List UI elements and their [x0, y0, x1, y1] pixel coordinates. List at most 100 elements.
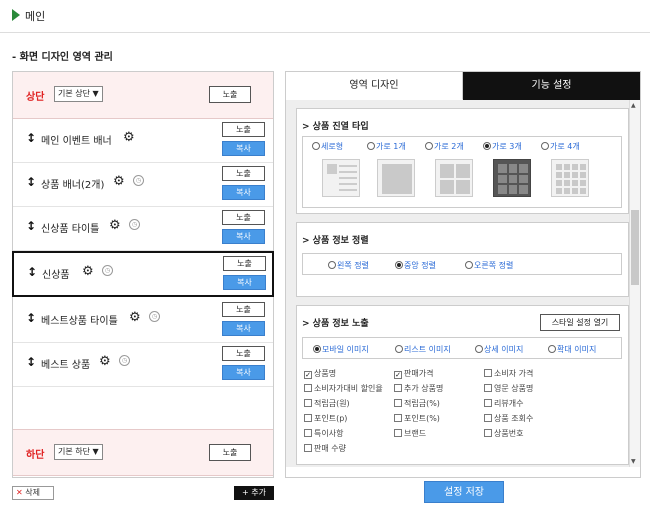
copy-button[interactable]: 복사 [222, 321, 265, 336]
checkbox[interactable] [394, 414, 402, 422]
copy-button[interactable]: 복사 [222, 141, 265, 156]
radio-button[interactable] [425, 142, 433, 150]
radio-button[interactable] [313, 345, 321, 353]
option-checkbox[interactable]: 소비자 가격 [484, 368, 533, 379]
option-checkbox[interactable]: ✓ 상품명 [304, 368, 336, 379]
align-option[interactable]: 왼쪽 정렬 [328, 260, 369, 271]
gear-icon[interactable]: ⚙ [109, 218, 121, 233]
tab-function[interactable]: 기능 설정 [463, 72, 640, 100]
layout-thumbnail-icon[interactable] [322, 159, 360, 197]
drag-handle-icon[interactable]: ↕ [26, 355, 36, 369]
drag-handle-icon[interactable]: ↕ [26, 311, 36, 325]
option-checkbox[interactable]: 포인트(p) [304, 413, 347, 424]
option-checkbox[interactable]: 적립금(%) [394, 398, 440, 409]
checkbox[interactable] [484, 384, 492, 392]
option-checkbox[interactable]: 소비자가대비 할인율 [304, 383, 383, 394]
option-checkbox[interactable]: 리뷰개수 [484, 398, 523, 409]
radio-button[interactable] [312, 142, 320, 150]
checkbox[interactable] [484, 369, 492, 377]
show-button[interactable]: 노출 [222, 346, 265, 361]
scrollbar-thumb[interactable] [631, 210, 639, 285]
radio-button[interactable] [548, 345, 556, 353]
display-type-option[interactable]: 가로 4개 [541, 141, 580, 152]
checkbox[interactable] [484, 399, 492, 407]
gear-icon[interactable]: ⚙ [82, 264, 94, 279]
align-option[interactable]: 중앙 정렬 [395, 260, 436, 271]
layout-thumbnail-icon[interactable] [435, 159, 473, 197]
option-checkbox[interactable]: 상품 조회수 [484, 413, 533, 424]
drag-handle-icon[interactable]: ↕ [26, 219, 36, 233]
drag-handle-icon[interactable]: ↕ [27, 265, 37, 279]
option-checkbox[interactable]: 판매 수량 [304, 443, 346, 454]
gear-icon[interactable]: ⚙ [113, 174, 125, 189]
checkbox[interactable] [304, 444, 312, 452]
top-zone-select[interactable]: 기본 상단 ▼ [54, 86, 103, 102]
checkbox[interactable] [394, 399, 402, 407]
style-settings-button[interactable]: 스타일 설정 열기 [540, 314, 620, 331]
drag-handle-icon[interactable]: ↕ [26, 175, 36, 189]
top-zone-show-button[interactable]: 노출 [209, 86, 251, 103]
checkbox[interactable] [304, 414, 312, 422]
option-checkbox[interactable]: 포인트(%) [394, 413, 440, 424]
copy-button[interactable]: 복사 [223, 275, 266, 290]
show-button[interactable]: 노출 [222, 166, 265, 181]
radio-button[interactable] [328, 261, 336, 269]
layout-row[interactable]: ↕ 상품 배너(2개) ⚙ ◷ 노출 복사 [13, 163, 273, 207]
settings-scroll-area[interactable]: > 상품 진열 타입 세로형 가로 1개 가로 2개 가로 3개 가로 4개 > 상품 … [286, 100, 640, 467]
radio-button[interactable] [367, 142, 375, 150]
layout-thumbnail-icon[interactable] [493, 159, 531, 197]
show-button[interactable]: 노출 [222, 302, 265, 317]
scrollbar[interactable]: ▲ ▼ [629, 100, 640, 467]
checkbox[interactable] [394, 384, 402, 392]
show-button[interactable]: 노출 [222, 210, 265, 225]
gear-icon[interactable]: ⚙ [129, 310, 141, 325]
save-settings-button[interactable]: 설정 저장 [424, 481, 504, 503]
show-button[interactable]: 노출 [222, 122, 265, 137]
option-checkbox[interactable]: 추가 상품명 [394, 383, 443, 394]
clock-icon[interactable]: ◷ [129, 219, 140, 230]
copy-button[interactable]: 복사 [222, 185, 265, 200]
checkbox[interactable]: ✓ [394, 371, 402, 379]
radio-button[interactable] [475, 345, 483, 353]
radio-button[interactable] [465, 261, 473, 269]
radio-button[interactable] [483, 142, 491, 150]
layout-thumbnail-icon[interactable] [551, 159, 589, 197]
option-checkbox[interactable]: 특이사항 [304, 428, 343, 439]
radio-button[interactable] [395, 345, 403, 353]
bottom-zone-show-button[interactable]: 노출 [209, 444, 251, 461]
option-checkbox[interactable]: ✓ 판매가격 [394, 368, 433, 379]
clock-icon[interactable]: ◷ [149, 311, 160, 322]
option-checkbox[interactable]: 적립금(원) [304, 398, 350, 409]
display-type-option[interactable]: 가로 2개 [425, 141, 464, 152]
display-type-option[interactable]: 가로 3개 [483, 141, 522, 152]
checkbox[interactable] [484, 414, 492, 422]
chevron-up-icon[interactable]: ▲ [631, 102, 636, 109]
copy-button[interactable]: 복사 [222, 365, 265, 380]
radio-button[interactable] [395, 261, 403, 269]
clock-icon[interactable]: ◷ [119, 355, 130, 366]
clock-icon[interactable]: ◷ [102, 265, 113, 276]
checkbox[interactable] [394, 429, 402, 437]
option-checkbox[interactable]: 영문 상품명 [484, 383, 533, 394]
layout-row[interactable]: ↕ 베스트상품 타이틀 ⚙ ◷ 노출 복사 [13, 299, 273, 343]
layout-row[interactable]: ↕ 베스트 상품 ⚙ ◷ 노출 복사 [13, 343, 273, 387]
checkbox[interactable] [484, 429, 492, 437]
clock-icon[interactable]: ◷ [133, 175, 144, 186]
chevron-down-icon[interactable]: ▼ [631, 458, 636, 465]
checkbox[interactable] [304, 429, 312, 437]
layout-thumbnail-icon[interactable] [377, 159, 415, 197]
image-type-option[interactable]: 상세 이미지 [475, 344, 523, 355]
copy-button[interactable]: 복사 [222, 229, 265, 244]
image-type-option[interactable]: 리스트 이미지 [395, 344, 451, 355]
layout-row[interactable]: ↕ 메인 이벤트 배너 ⚙ 노출 복사 [13, 119, 273, 163]
radio-button[interactable] [541, 142, 549, 150]
display-type-option[interactable]: 세로형 [312, 141, 343, 152]
option-checkbox[interactable]: 브랜드 [394, 428, 426, 439]
checkbox[interactable] [304, 384, 312, 392]
drag-handle-icon[interactable]: ↕ [26, 131, 36, 145]
checkbox[interactable] [304, 399, 312, 407]
display-type-option[interactable]: 가로 1개 [367, 141, 406, 152]
align-option[interactable]: 오른쪽 정렬 [465, 260, 513, 271]
gear-icon[interactable]: ⚙ [123, 130, 135, 145]
checkbox[interactable]: ✓ [304, 371, 312, 379]
